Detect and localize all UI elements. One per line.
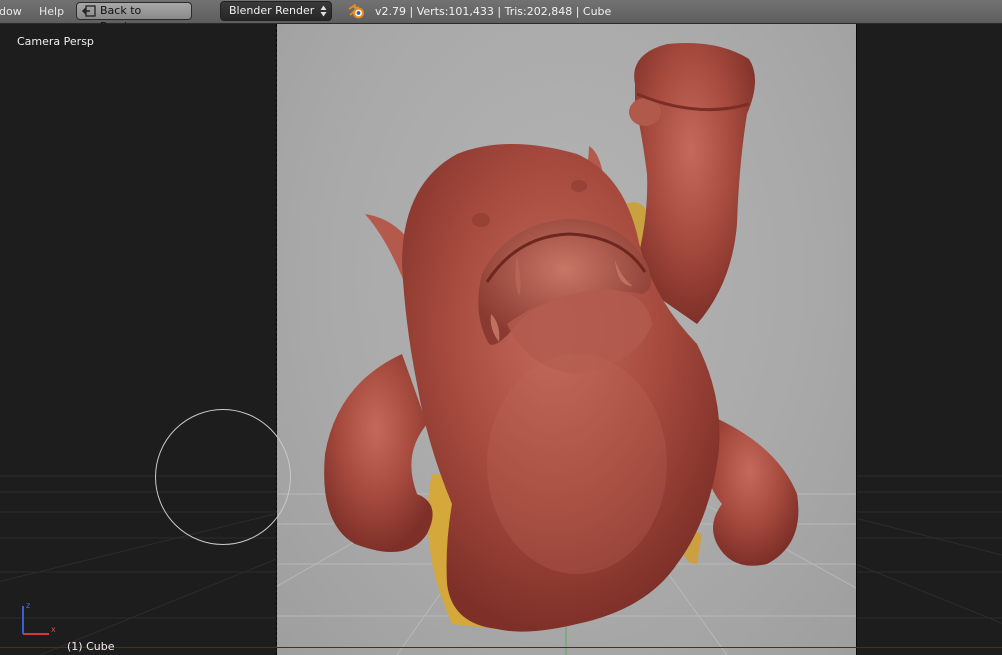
axis-x-label: x — [51, 625, 56, 634]
menu-window[interactable]: dow — [0, 5, 22, 18]
view-name-label: Camera Persp — [17, 35, 94, 48]
camera-view-frame — [277, 24, 856, 655]
brush-cursor-circle — [155, 409, 291, 545]
active-object-label: (1) Cube — [67, 640, 115, 653]
3d-viewport[interactable]: Camera Persp z x (1) Cube — [0, 24, 1002, 655]
camera-border-right — [856, 24, 857, 655]
camera-border-left — [276, 24, 278, 655]
updown-arrows-icon — [320, 5, 327, 17]
monster-model[interactable] — [277, 24, 856, 655]
render-engine-select[interactable]: Blender Render — [220, 1, 332, 21]
menu-help[interactable]: Help — [39, 5, 64, 18]
back-to-previous-button[interactable]: Back to Previous — [76, 2, 192, 33]
render-engine-value: Blender Render — [229, 4, 315, 17]
scene-stats: v2.79 | Verts:101,433 | Tris:202,848 | C… — [375, 5, 612, 18]
blender-logo-icon — [348, 4, 364, 19]
viewport-bottom-line — [0, 647, 1002, 648]
back-arrow-icon — [82, 5, 96, 17]
header-bar: dow Help Back to Previous Blender Render… — [0, 0, 1002, 33]
axis-z-label: z — [26, 601, 30, 610]
axis-gizmo-icon: z x — [22, 601, 56, 635]
